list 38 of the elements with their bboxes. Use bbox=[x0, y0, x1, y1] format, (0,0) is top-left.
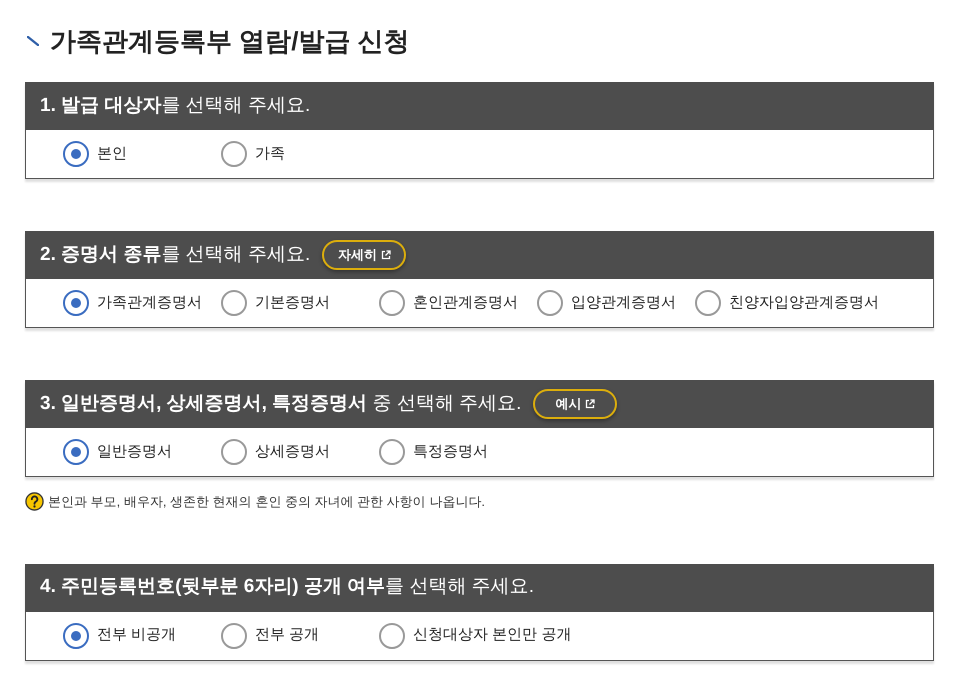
question-icon bbox=[25, 492, 44, 512]
option-label[interactable]: 가족관계증명서 bbox=[97, 292, 202, 314]
option-label[interactable]: 신청대상자 본인만 공개 bbox=[413, 624, 572, 647]
radio-button[interactable] bbox=[221, 290, 247, 316]
radio-button[interactable] bbox=[379, 622, 405, 648]
section-heading: 2. 증명서 종류를 선택해 주세요. bbox=[40, 242, 310, 267]
option-label[interactable]: 특정증명서 bbox=[413, 440, 488, 464]
radio-button[interactable] bbox=[379, 290, 405, 316]
link-button[interactable]: 자세히 bbox=[322, 240, 406, 270]
option-label[interactable]: 본인 bbox=[97, 142, 127, 166]
option-label[interactable]: 기본증명서 bbox=[255, 292, 330, 314]
external-link-icon bbox=[380, 250, 391, 260]
option-label[interactable]: 혼인관계증명서 bbox=[413, 292, 518, 314]
radio-button[interactable] bbox=[221, 622, 247, 648]
radio-button[interactable] bbox=[221, 141, 247, 167]
section-heading: 3. 일반증명서, 상세증명서, 특정증명서 중 선택해 주세요. bbox=[40, 392, 522, 416]
diagonal-line-icon bbox=[27, 36, 39, 46]
radio-button[interactable] bbox=[537, 290, 563, 316]
option-label[interactable]: 상세증명서 bbox=[255, 440, 330, 464]
section-heading: 1. 발급 대상자를 선택해 주세요. bbox=[40, 94, 310, 118]
page-title: 가족관계등록부 열람/발급 신청 bbox=[50, 28, 410, 54]
option-label[interactable]: 일반증명서 bbox=[97, 440, 172, 464]
link-button[interactable]: 예시 bbox=[533, 389, 618, 419]
radio-button[interactable] bbox=[221, 439, 247, 465]
option-label[interactable]: 전부 공개 bbox=[255, 624, 320, 647]
radio-button[interactable] bbox=[695, 290, 721, 316]
option-label[interactable]: 전부 비공개 bbox=[97, 624, 176, 647]
section-heading: 4. 주민등록번호(뒷부분 6자리) 공개 여부를 선택해 주세요. bbox=[40, 575, 534, 600]
radio-button[interactable] bbox=[63, 141, 89, 167]
help-text: 본인과 부모, 배우자, 생존한 현재의 혼인 중의 자녀에 관한 사항이 나옵니다. bbox=[48, 493, 485, 511]
radio-button[interactable] bbox=[63, 439, 89, 465]
radio-button[interactable] bbox=[379, 439, 405, 465]
radio-button[interactable] bbox=[63, 622, 89, 648]
option-label[interactable]: 친양자입양관계증명서 bbox=[729, 292, 879, 314]
radio-button[interactable] bbox=[63, 290, 89, 316]
option-label[interactable]: 가족 bbox=[255, 142, 285, 166]
external-link-icon bbox=[585, 399, 596, 409]
option-label[interactable]: 입양관계증명서 bbox=[571, 292, 676, 314]
